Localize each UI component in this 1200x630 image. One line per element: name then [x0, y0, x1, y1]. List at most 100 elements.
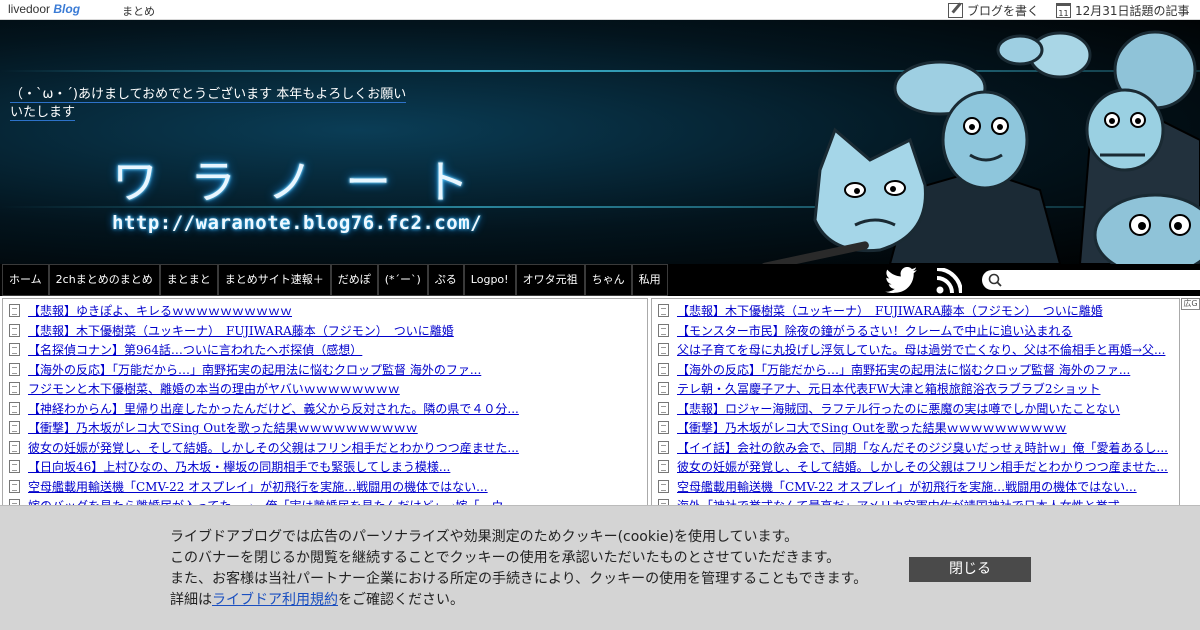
document-icon [9, 401, 20, 415]
article-link[interactable]: 彼女の妊娠が発覚し、そして結婚。しかしその父親はフリン相手だとわかりつつ産ませた… [677, 458, 1168, 475]
document-icon [9, 304, 20, 318]
write-blog-link[interactable]: ブログを書く [948, 2, 1039, 19]
list-item: 【悲報】木下優樹菜（ユッキーナ） FUJIWARA藤本（フジモン） ついに離婚 [3, 321, 647, 341]
nav-item[interactable]: まとまと [159, 264, 218, 296]
ad-choices-badge[interactable]: 広G [1181, 298, 1200, 310]
blog-header-banner[interactable]: （・`ω・´)あけましておめでとうございます 本年もよろしくお願いいたします ワ… [0, 20, 1200, 264]
search-icon [988, 273, 1002, 287]
cartoon-characters-illustration [761, 30, 1200, 264]
article-link[interactable]: 【衝撃】乃木坂がレコ大でSing Outを歌った結果ｗｗｗｗｗｗｗｗｗｗ [677, 419, 1067, 436]
document-icon [658, 343, 669, 357]
nav-item[interactable]: 私用 [631, 264, 668, 296]
document-icon [9, 421, 20, 435]
document-icon [658, 440, 669, 454]
article-link[interactable]: 【名探偵コナン】第964話…ついに言われたヘボ探偵（感想） [28, 341, 362, 358]
article-link[interactable]: 【悲報】ゆきぽよ、キレるｗｗｗｗｗｗｗｗｗｗ [28, 302, 292, 319]
article-link[interactable]: フジモンと木下優樹菜、離婚の本当の理由がヤバいｗｗｗｗｗｗｗｗ [28, 380, 400, 397]
nav-item[interactable]: (*´ー`) [377, 264, 428, 296]
antenna-list-right: 【悲報】木下優樹菜（ユッキーナ） FUJIWARA藤本（フジモン） ついに離婚【… [651, 298, 1180, 506]
article-link[interactable]: 彼女の妊娠が発覚し、そして結婚。しかしその父親はフリン相手だとわかりつつ産ませた… [28, 439, 519, 456]
logo-livedoor-text: livedoor [8, 2, 51, 16]
list-item: 【名探偵コナン】第964話…ついに言われたヘボ探偵（感想） [3, 340, 647, 360]
article-link[interactable]: 【悲報】ロジャー海賊団、ラフテル行ったのに悪魔の実は噂でしか聞いたことない [677, 400, 1120, 417]
calendar-icon: 11 [1056, 3, 1071, 18]
livedoor-topbar: livedoor Blog まとめ ブログを書く 11 12月31日話題の記事 [0, 0, 1200, 20]
logo-blog-text: Blog [53, 2, 81, 16]
document-icon [658, 304, 669, 318]
document-icon [9, 479, 20, 493]
twitter-icon[interactable] [884, 267, 918, 293]
document-icon [658, 421, 669, 435]
article-link[interactable]: 【衝撃】乃木坂がレコ大でSing Outを歌った結果ｗｗｗｗｗｗｗｗｗｗ [28, 419, 418, 436]
cookie-notice-text: ライブドアブログでは広告のパーソナライズや効果測定のためクッキー(cookie)… [170, 527, 867, 611]
document-icon [658, 401, 669, 415]
list-item: フジモンと木下優樹菜、離婚の本当の理由がヤバいｗｗｗｗｗｗｗｗ [3, 379, 647, 399]
document-icon [658, 460, 669, 474]
antenna-list-left: 【悲報】ゆきぽよ、キレるｗｗｗｗｗｗｗｗｗｗ 【悲報】木下優樹菜（ユッキーナ） F… [2, 298, 648, 506]
list-item: 【イイ話】会社の飲み会で、同期「なんだそのジジ臭いだっせぇ時計ｗ」俺「愛着あるし… [652, 438, 1179, 458]
list-item: 【海外の反応】「万能だから…」南野拓実の起用法に悩むクロップ監督 海外のファ..… [652, 360, 1179, 380]
livedoor-blog-logo[interactable]: livedoor Blog [8, 2, 80, 18]
cookie-close-button[interactable]: 閉じる [909, 557, 1031, 582]
document-icon [9, 362, 20, 376]
list-item: 【日向坂46】上村ひなの、乃木坂・欅坂の同期相手でも緊張してしまう模様... [3, 457, 647, 477]
nav-item[interactable]: Logpo! [463, 264, 516, 296]
terms-of-use-link[interactable]: ライブドア利用規約 [212, 592, 338, 608]
blog-title: ワラノート [112, 155, 502, 209]
document-icon [658, 382, 669, 396]
search-input[interactable] [982, 270, 1200, 290]
document-icon [658, 479, 669, 493]
document-icon [9, 343, 20, 357]
list-item: 彼女の妊娠が発覚し、そして結婚。しかしその父親はフリン相手だとわかりつつ産ませた… [3, 438, 647, 458]
header-tagline: （・`ω・´)あけましておめでとうございます 本年もよろしくお願いいたします [10, 87, 407, 121]
nav-item[interactable]: ちゃん [584, 264, 632, 296]
cookie-line: ライブドアブログでは広告のパーソナライズや効果測定のためクッキー(cookie)… [170, 529, 799, 545]
nav-item[interactable]: ぷる [427, 264, 464, 296]
nav-item[interactable]: 2chまとめのまとめ [48, 264, 160, 296]
article-link[interactable]: 【日向坂46】上村ひなの、乃木坂・欅坂の同期相手でも緊張してしまう模様... [28, 458, 450, 475]
today-topics-link[interactable]: 11 12月31日話題の記事 [1056, 2, 1190, 19]
nav-item[interactable]: まとめサイト速報＋ [217, 264, 331, 296]
nav-item[interactable]: ホーム [2, 264, 49, 296]
list-item: 彼女の妊娠が発覚し、そして結婚。しかしその父親はフリン相手だとわかりつつ産ませた… [652, 457, 1179, 477]
list-item: 【神経わからん】里帰り出産したかったんだけど、義父から反対された。隣の県で４０分… [3, 399, 647, 419]
article-link[interactable]: 【悲報】木下優樹菜（ユッキーナ） FUJIWARA藤本（フジモン） ついに離婚 [677, 302, 1103, 319]
pen-icon [948, 3, 963, 18]
document-icon [9, 382, 20, 396]
cookie-line: また、お客様は当社パートナー企業における所定の手続きにより、クッキーの使用を管理… [170, 571, 868, 587]
cookie-line: 詳細はライブドア利用規約をご確認ください。 [170, 592, 464, 608]
list-item: 空母艦載用輸送機「CMV-22 オスプレイ」が初飛行を実施…戦闘用の機体ではない… [652, 477, 1179, 497]
list-item: 【海外の反応】「万能だから…」南野拓実の起用法に悩むクロップ監督 海外のファ..… [3, 360, 647, 380]
today-topics-label: 12月31日話題の記事 [1075, 4, 1190, 18]
list-item: 【悲報】木下優樹菜（ユッキーナ） FUJIWARA藤本（フジモン） ついに離婚 [652, 301, 1179, 321]
matome-link[interactable]: まとめ [122, 3, 155, 19]
list-item: 【悲報】ロジャー海賊団、ラフテル行ったのに悪魔の実は噂でしか聞いたことない [652, 399, 1179, 419]
article-link[interactable]: 空母艦載用輸送機「CMV-22 オスプレイ」が初飛行を実施…戦闘用の機体ではない… [28, 478, 488, 495]
article-link[interactable]: 空母艦載用輸送機「CMV-22 オスプレイ」が初飛行を実施…戦闘用の機体ではない… [677, 478, 1137, 495]
article-link[interactable]: 【イイ話】会社の飲み会で、同期「なんだそのジジ臭いだっせぇ時計ｗ」俺「愛着あるし… [677, 439, 1168, 456]
document-icon [9, 440, 20, 454]
document-icon [9, 323, 20, 337]
nav-item[interactable]: だめぽ [330, 264, 378, 296]
document-icon [658, 362, 669, 376]
article-link[interactable]: 【悲報】木下優樹菜（ユッキーナ） FUJIWARA藤本（フジモン） ついに離婚 [28, 322, 454, 339]
article-link[interactable]: 【海外の反応】「万能だから…」南野拓実の起用法に悩むクロップ監督 海外のファ..… [677, 361, 1130, 378]
list-item: 【モンスター市民】除夜の鐘がうるさい！クレームで中止に追い込まれる [652, 321, 1179, 341]
blog-url: http://waranote.blog76.fc2.com/ [112, 212, 483, 234]
nav-menu: ホーム 2chまとめのまとめ まとまと まとめサイト速報＋ だめぽ (*´ー`) ぷる Log… [2, 264, 668, 296]
article-link[interactable]: 【海外の反応】「万能だから…」南野拓実の起用法に悩むクロップ監督 海外のファ..… [28, 361, 481, 378]
rss-feed-icon[interactable] [936, 268, 962, 294]
article-link[interactable]: 【モンスター市民】除夜の鐘がうるさい！クレームで中止に追い込まれる [677, 322, 1072, 339]
article-link[interactable]: 父は子育てを母に丸投げし浮気していた。母は過労で亡くなり、父は不倫相手と再婚→父… [677, 341, 1165, 358]
document-icon [9, 460, 20, 474]
list-item: 父は子育てを母に丸投げし浮気していた。母は過労で亡くなり、父は不倫相手と再婚→父… [652, 340, 1179, 360]
nav-item[interactable]: オワタ元祖 [515, 264, 585, 296]
list-item: テレ朝・久冨慶子アナ、元日本代表FW大津と箱根旅館浴衣ラブラブ2ショット [652, 379, 1179, 399]
cookie-line: このバナーを閉じるか閲覧を継続することでクッキーの使用を承認いただいたものとさせ… [170, 550, 841, 566]
global-navigation: ホーム 2chまとめのまとめ まとまと まとめサイト速報＋ だめぽ (*´ー`) ぷる Log… [0, 264, 1200, 296]
list-item: 【衝撃】乃木坂がレコ大でSing Outを歌った結果ｗｗｗｗｗｗｗｗｗｗ [652, 418, 1179, 438]
article-link[interactable]: 【神経わからん】里帰り出産したかったんだけど、義父から反対された。隣の県で４０分… [28, 400, 519, 417]
cookie-consent-banner: ライブドアブログでは広告のパーソナライズや効果測定のためクッキー(cookie)… [0, 505, 1200, 630]
article-link[interactable]: テレ朝・久冨慶子アナ、元日本代表FW大津と箱根旅館浴衣ラブラブ2ショット [677, 380, 1100, 397]
list-item: 【衝撃】乃木坂がレコ大でSing Outを歌った結果ｗｗｗｗｗｗｗｗｗｗ [3, 418, 647, 438]
